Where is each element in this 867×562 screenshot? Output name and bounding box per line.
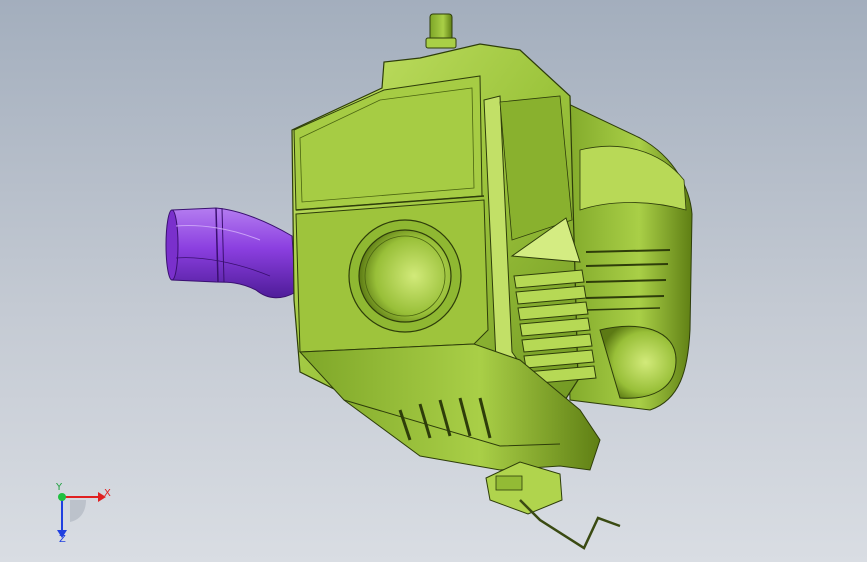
y-axis-dot-icon	[58, 493, 66, 501]
intake-hose[interactable]	[165, 207, 297, 299]
circular-port[interactable]	[348, 219, 462, 333]
cad-3d-viewport[interactable]: X Z Y	[0, 0, 867, 562]
y-axis-label: Y	[55, 482, 63, 493]
top-nozzle[interactable]	[425, 13, 457, 49]
z-axis-label: Z	[59, 534, 66, 545]
triad-plane-icon	[70, 500, 86, 522]
orientation-triad: X Z Y	[55, 482, 111, 545]
x-axis-label: X	[104, 488, 111, 499]
